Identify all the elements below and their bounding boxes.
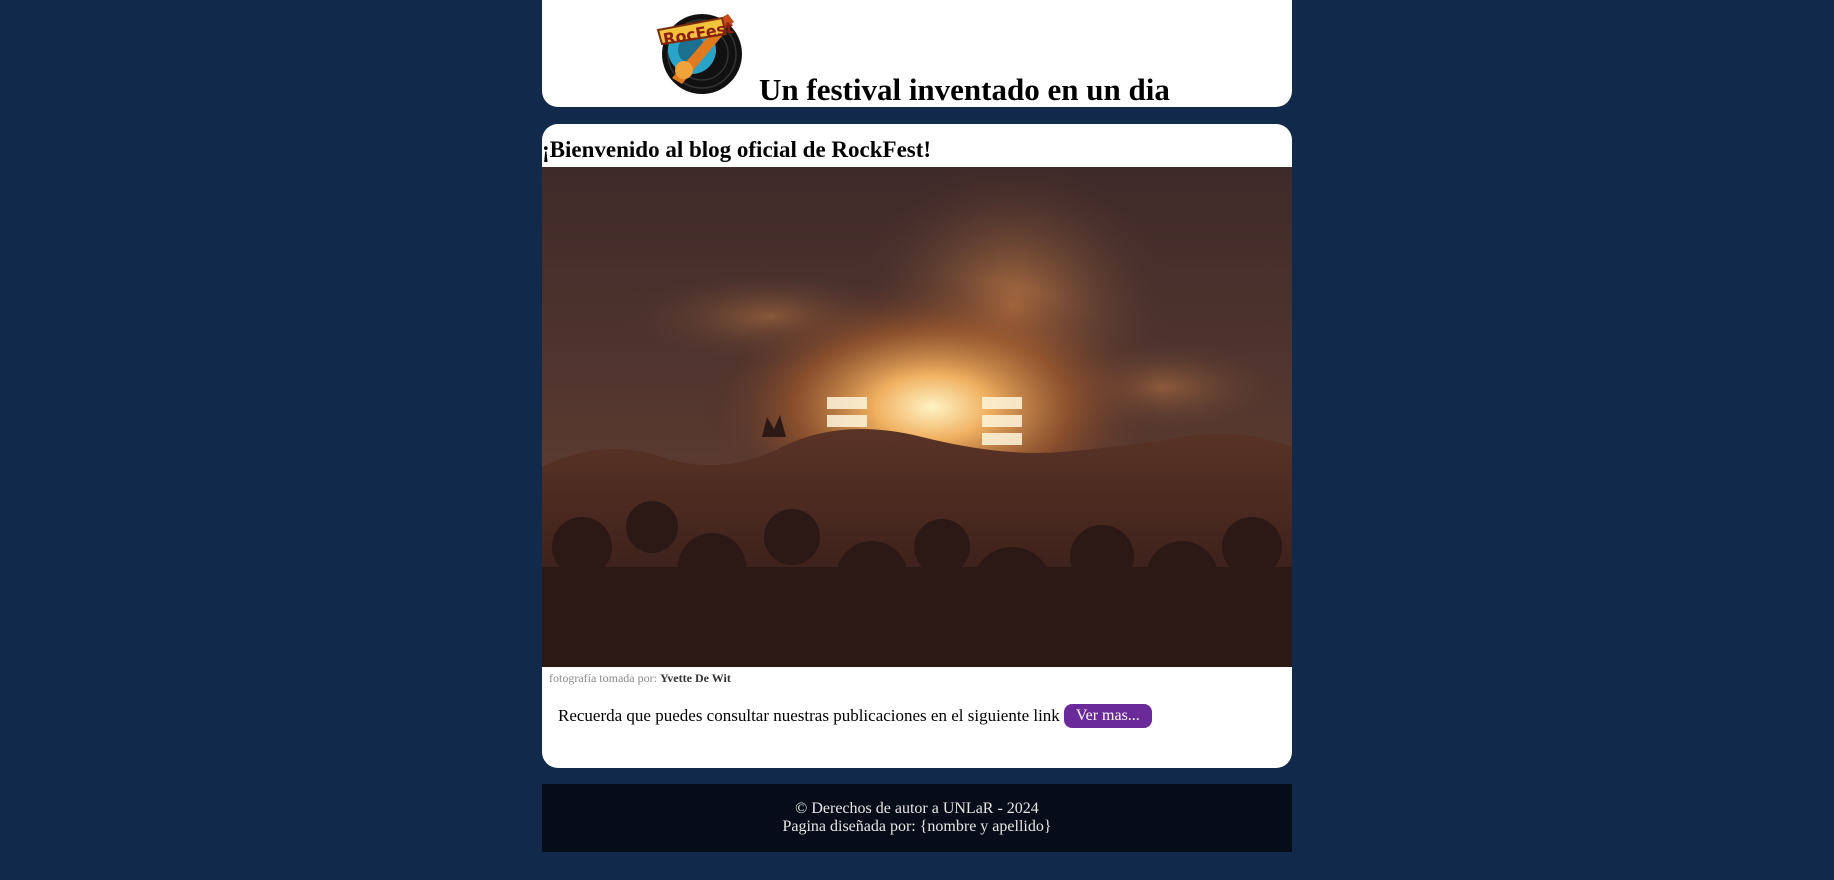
photo-credit-author: Yvette De Wit — [659, 671, 731, 685]
site-footer: © Derechos de autor a UNLaR - 2024 Pagin… — [542, 784, 1292, 852]
ver-mas-button[interactable]: Ver mas... — [1063, 704, 1152, 728]
copyright-text: © Derechos de autor a UNLaR - 2024 — [795, 800, 1039, 817]
publications-note: Recuerda que puedes consultar nuestras p… — [558, 704, 1152, 728]
designer-credit: Pagina diseñada por: {nombre y apellido} — [782, 818, 1052, 835]
site-header: RocFest Un festival inventado en un dia — [542, 0, 1292, 107]
rockfest-logo[interactable]: RocFest — [652, 0, 748, 96]
photo-credit: fotografía tomada por: Yvette De Wit — [549, 671, 731, 686]
welcome-heading: ¡Bienvenido al blog oficial de RockFest! — [542, 137, 932, 162]
photo-credit-prefix: fotografía tomada por: — [549, 671, 657, 685]
main-content: ¡Bienvenido al blog oficial de RockFest! — [542, 124, 1292, 768]
note-text: Recuerda que puedes consultar nuestras p… — [558, 706, 1060, 725]
concert-photo — [542, 167, 1292, 667]
site-title: Un festival inventado en un dia — [759, 72, 1170, 107]
